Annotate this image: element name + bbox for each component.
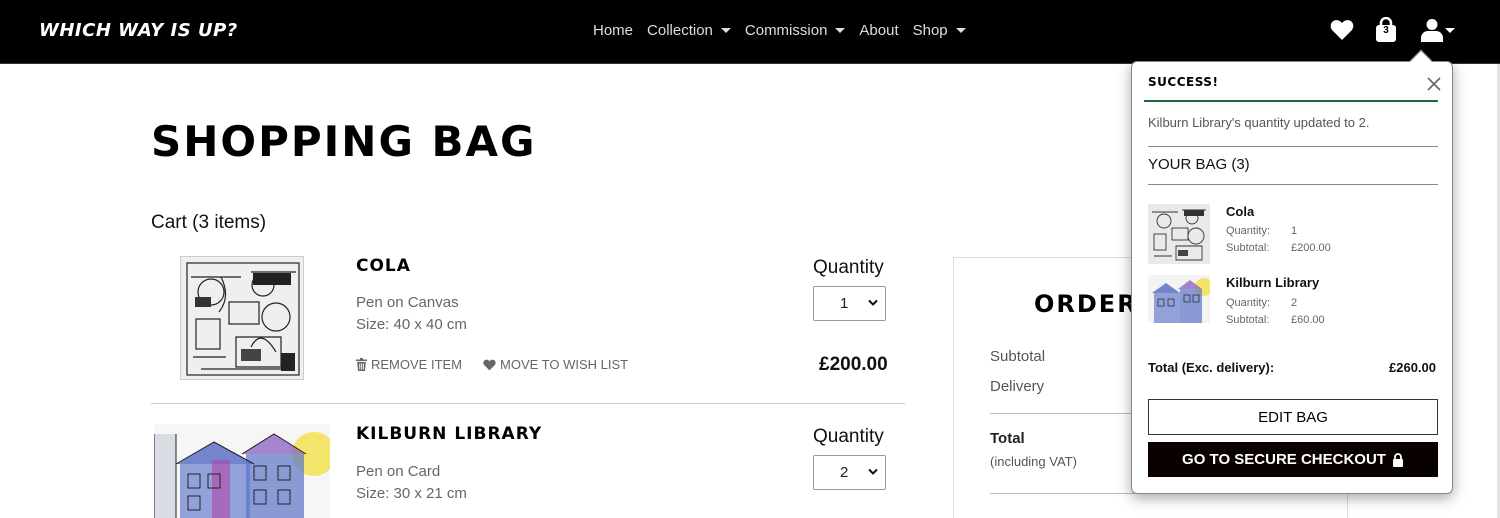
nav-commission-label: Commission [744, 22, 828, 39]
kilburn-library-thumbnail [1148, 275, 1210, 323]
item-name[interactable]: COLA [356, 256, 411, 276]
nav-home-label: Home [593, 22, 634, 39]
total-label: Total [990, 430, 1025, 447]
bag-button[interactable]: 3 [1373, 17, 1399, 43]
subtotal-label: Subtotal: [1226, 242, 1270, 254]
lock-icon [1392, 452, 1403, 467]
nav-home[interactable]: Home [593, 22, 633, 39]
caret-down-icon [1445, 27, 1455, 33]
toast-item-subtotal: Subtotal: £60.00 [1226, 314, 1325, 326]
toast-heading: SUCCESS! [1148, 75, 1219, 89]
cola-thumbnail [1148, 204, 1210, 264]
quantity-select[interactable]: 2 [813, 455, 886, 490]
delivery-label: Delivery [990, 378, 1045, 395]
cart-heading: Cart (3 items) [151, 212, 267, 233]
move-to-wishlist-label: MOVE TO WISH LIST [500, 357, 629, 372]
toast-item-quantity: Quantity: 2 [1226, 297, 1297, 309]
kilburn-library-artwork-image[interactable] [154, 424, 330, 518]
user-icon [1421, 19, 1443, 42]
quantity-label: Quantity [813, 426, 884, 447]
success-toast: SUCCESS! Kilburn Library's quantity upda… [1131, 61, 1453, 494]
order-summary-title: ORDER [1034, 290, 1138, 318]
nav-collection[interactable]: Collection [647, 22, 731, 39]
quantity-value: 2 [840, 464, 849, 481]
quantity-value: 1 [1291, 225, 1298, 237]
heart-icon [1330, 20, 1354, 40]
quantity-label: Quantity: [1226, 297, 1271, 309]
toast-success-rule [1144, 100, 1438, 102]
toast-total-label: Total (Exc. delivery): [1148, 360, 1275, 375]
item-size: Size: 40 x 40 cm [356, 316, 467, 333]
quantity-value: 1 [840, 295, 849, 312]
cola-artwork-image[interactable] [180, 256, 304, 380]
chevron-down-icon [868, 468, 878, 475]
account-menu-button[interactable] [1417, 17, 1459, 43]
item-divider [151, 403, 905, 404]
toast-item-quantity: Quantity: 1 [1226, 225, 1297, 237]
subtotal-value: £60.00 [1291, 314, 1325, 326]
remove-item-label: REMOVE ITEM [371, 357, 463, 372]
caret-down-icon [835, 28, 846, 33]
main-nav: Home Collection Commission About Shop [593, 22, 966, 39]
navbar: WHICH WAY IS UP? Home Collection Commiss… [0, 0, 1500, 64]
nav-commission[interactable]: Commission [745, 22, 846, 39]
secure-checkout-label: GO TO SECURE CHECKOUT [1182, 451, 1386, 468]
subtotal-label: Subtotal: [1226, 314, 1270, 326]
toast-total-value: £260.00 [1389, 360, 1436, 375]
secure-checkout-button[interactable]: GO TO SECURE CHECKOUT [1148, 442, 1438, 477]
brand-logo[interactable]: WHICH WAY IS UP? [39, 20, 238, 41]
toast-message: Kilburn Library's quantity updated to 2. [1148, 115, 1370, 130]
item-name[interactable]: KILBURN LIBRARY [356, 424, 542, 444]
trash-icon [356, 358, 367, 371]
chevron-down-icon [868, 299, 878, 306]
nav-shop[interactable]: Shop [913, 22, 966, 39]
toast-item-subtotal: Subtotal: £200.00 [1226, 242, 1331, 254]
caret-down-icon [720, 28, 731, 33]
toast-divider [1148, 146, 1438, 147]
quantity-label: Quantity: [1226, 225, 1271, 237]
nav-about[interactable]: About [859, 22, 898, 39]
toast-item-name: Kilburn Library [1226, 275, 1320, 290]
quantity-label: Quantity [813, 257, 884, 278]
item-medium: Pen on Canvas [356, 294, 459, 311]
vat-note: (including VAT) [990, 454, 1077, 469]
wishlist-button[interactable] [1329, 17, 1355, 43]
close-icon [1427, 77, 1441, 91]
nav-shop-label: Shop [912, 22, 948, 39]
item-price: £200.00 [819, 354, 888, 375]
nav-icons: 3 [1329, 17, 1459, 43]
bag-count-badge: 3 [1383, 25, 1389, 36]
close-button[interactable] [1424, 74, 1444, 94]
toast-divider [1148, 184, 1438, 185]
item-medium: Pen on Card [356, 463, 441, 480]
remove-item-button[interactable]: REMOVE ITEM [356, 357, 462, 372]
nav-about-label: About [859, 22, 899, 39]
subtotal-value: £200.00 [1291, 242, 1331, 254]
subtotal-label: Subtotal [990, 348, 1046, 365]
item-size: Size: 30 x 21 cm [356, 485, 467, 502]
quantity-value: 2 [1291, 297, 1298, 309]
page-title: SHOPPING BAG [151, 117, 537, 166]
heart-icon [483, 359, 496, 370]
nav-collection-label: Collection [647, 22, 713, 39]
quantity-select[interactable]: 1 [813, 286, 886, 321]
caret-down-icon [955, 28, 966, 33]
toast-item-name: Cola [1226, 204, 1255, 219]
toast-bag-heading: YOUR BAG (3) [1148, 156, 1250, 173]
move-to-wishlist-button[interactable]: MOVE TO WISH LIST [483, 357, 628, 372]
edit-bag-button[interactable]: EDIT BAG [1148, 399, 1438, 435]
